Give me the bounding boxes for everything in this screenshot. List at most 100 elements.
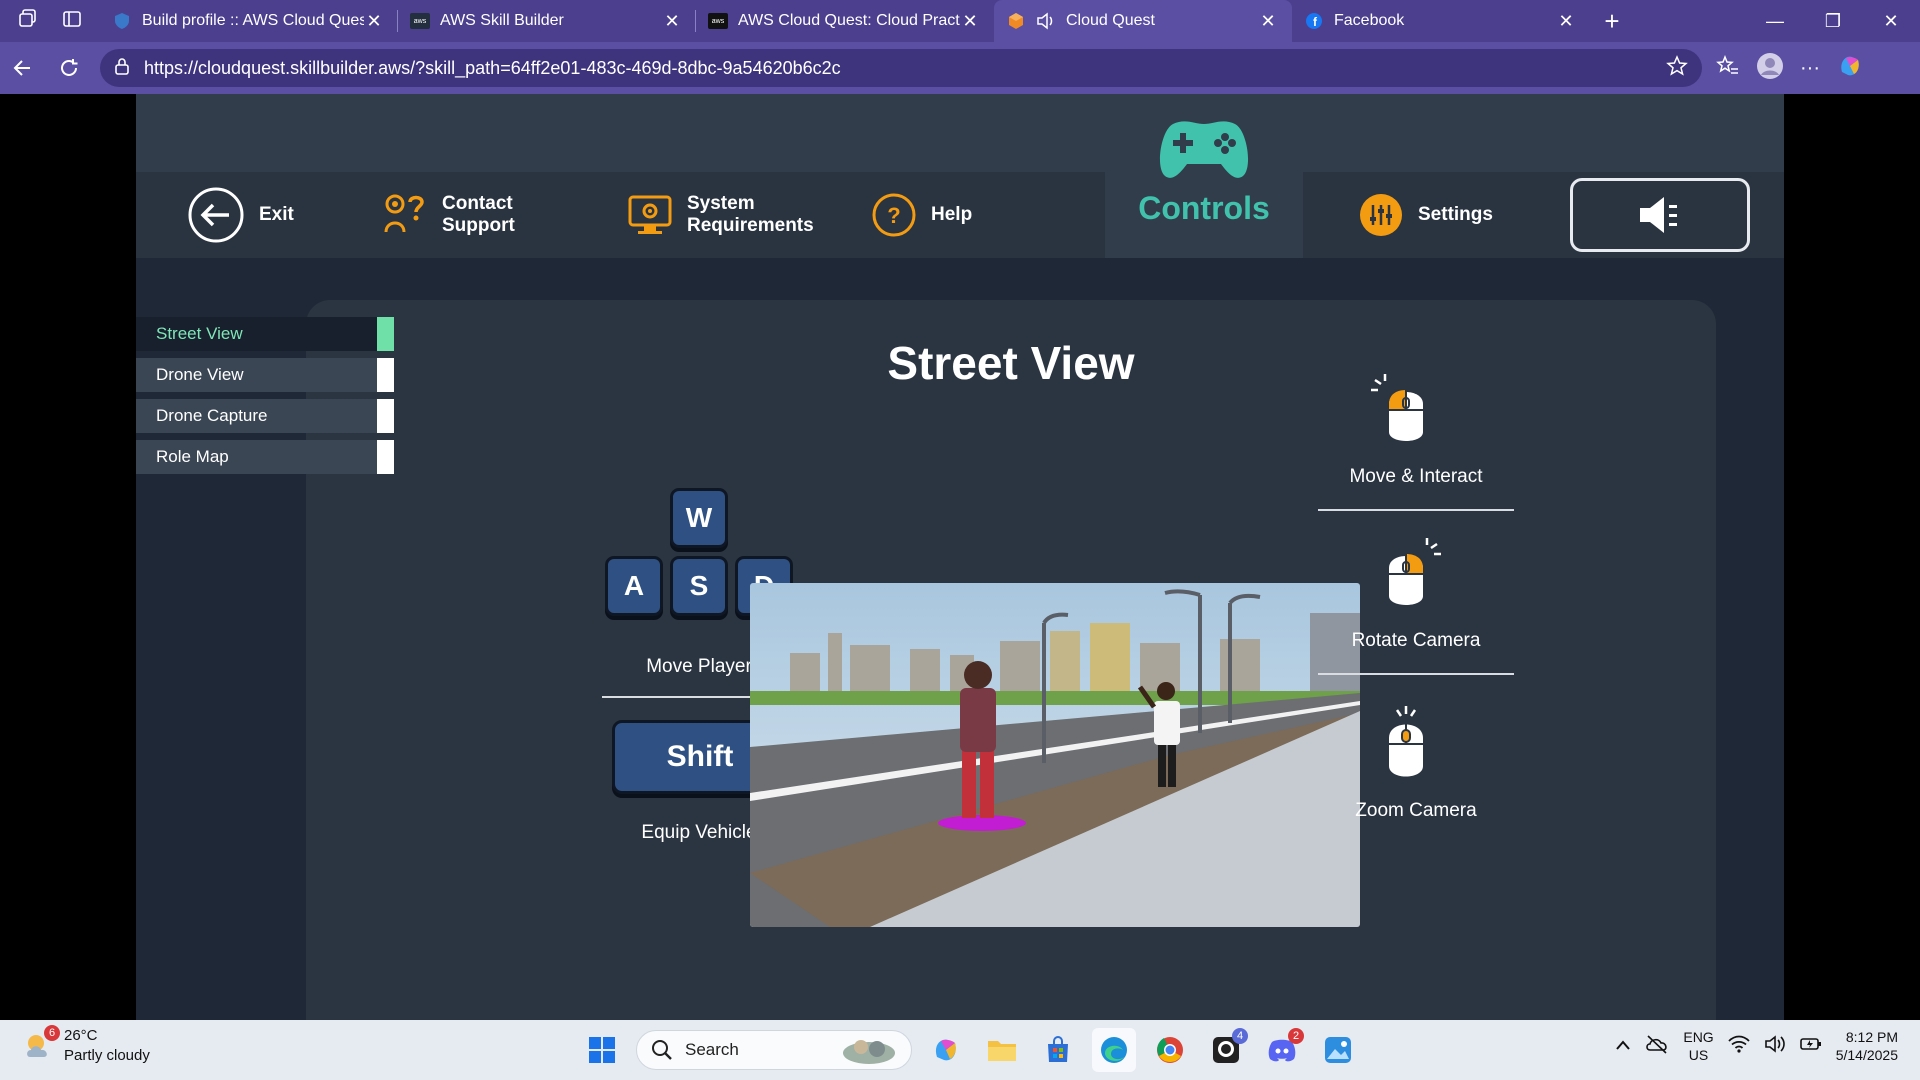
tab-title: Build profile :: AWS Cloud Quest: C [142,12,364,29]
indicator [377,358,394,392]
browser-tab-build-profile[interactable]: Build profile :: AWS Cloud Quest: C ✕ [100,0,398,42]
settings-button[interactable]: Settings [1358,172,1493,258]
refresh-button[interactable] [46,48,92,88]
aws-shield-icon [112,11,132,31]
restore-icon[interactable]: ❐ [1804,0,1862,42]
contact-support-button[interactable]: Contact Support [382,172,522,258]
favorite-star-icon[interactable] [1666,54,1688,82]
key-s: S [670,556,728,616]
onedrive-offline-icon[interactable] [1645,1034,1669,1058]
close-tab-icon[interactable]: ✕ [1258,11,1278,32]
volume-icon[interactable] [1764,1035,1786,1057]
copilot-icon[interactable] [1836,52,1864,85]
back-button[interactable] [0,48,46,88]
browser-tab-skill-builder[interactable]: aws AWS Skill Builder ✕ [398,0,696,42]
minimize-icon[interactable]: — [1746,0,1804,42]
help-question-icon: ? [872,193,916,237]
taskbar-center: Search 4 2 [580,1028,1360,1072]
mouse-right-click-icon [1371,538,1441,618]
browser-tab-cloud-quest[interactable]: Cloud Quest ✕ [994,0,1292,42]
tab-controls[interactable]: Controls [1105,112,1303,258]
close-tab-icon[interactable]: ✕ [364,11,384,32]
rotate-camera-caption: Rotate Camera [1351,630,1481,651]
search-highlight-icon [843,1040,895,1064]
profile-avatar[interactable] [1756,52,1784,85]
active-indicator [377,317,394,351]
facebook-icon: f [1304,11,1324,31]
system-requirements-button[interactable]: System Requirements [627,172,817,258]
favorites-icon[interactable] [1716,54,1740,82]
battery-icon[interactable] [1799,1036,1822,1056]
chevron-up-icon[interactable] [1615,1038,1631,1055]
category-drone-view[interactable]: Drone View [136,358,394,392]
weather-condition: Partly cloudy [64,1047,150,1065]
lock-icon[interactable] [114,57,130,80]
svg-text:aws: aws [414,18,427,25]
key-a: A [605,556,663,616]
category-label: Role Map [156,447,229,466]
browser-toolbar: https://cloudquest.skillbuilder.aws/?ski… [0,42,1920,94]
microsoft-store-icon[interactable] [1036,1028,1080,1072]
indicator [377,399,394,433]
tab-strip-left-tools [0,0,100,42]
file-explorer-icon[interactable] [980,1028,1024,1072]
copilot-app-icon[interactable] [924,1028,968,1072]
close-tab-icon[interactable]: ✕ [960,11,980,32]
more-options-icon[interactable]: ··· [1800,57,1820,80]
tab-title: AWS Skill Builder [440,12,564,29]
speaker-icon[interactable] [1036,11,1056,31]
search-label: Search [685,1040,739,1059]
url-text: https://cloudquest.skillbuilder.aws/?ski… [144,57,841,78]
svg-text:aws: aws [712,18,725,25]
discord-icon[interactable]: 2 [1260,1028,1304,1072]
exit-label: Exit [259,204,294,226]
start-button[interactable] [580,1028,624,1072]
browser-tab-cloud-practitioner[interactable]: aws AWS Cloud Quest: Cloud Practitio ✕ [696,0,994,42]
mouse-divider-2 [1318,673,1514,675]
browser-toolbar-right: ··· [1716,52,1864,85]
github-desktop-icon[interactable]: 4 [1204,1028,1248,1072]
tab-title: Cloud Quest [1066,12,1155,29]
close-tab-icon[interactable]: ✕ [662,11,682,32]
chrome-icon[interactable] [1148,1028,1192,1072]
tab-title: AWS Cloud Quest: Cloud Practitio [738,12,960,29]
clock-time: 8:12 PM [1845,1029,1898,1045]
category-street-view[interactable]: Street View [136,317,394,351]
aws-icon: aws [708,11,728,31]
exit-button[interactable]: Exit [187,172,294,258]
search-icon [652,1040,672,1060]
new-tab-button[interactable]: + [1590,0,1634,42]
clock-date: 5/14/2025 [1835,1047,1898,1064]
photos-app-icon[interactable] [1316,1028,1360,1072]
clock[interactable]: 8:12 PM 5/14/2025 [1836,1028,1898,1064]
language-indicator[interactable]: ENG US [1683,1028,1713,1064]
category-role-map[interactable]: Role Map [136,440,394,474]
partly-cloudy-icon: 6 [22,1025,60,1063]
language-code: ENG [1683,1029,1714,1045]
move-interact-caption: Move & Interact [1349,466,1483,487]
browser-tab-facebook[interactable]: f Facebook ✕ [1292,0,1590,42]
street-view-preview-image [750,583,1360,927]
aws-icon: aws [410,11,430,31]
edge-browser-icon[interactable] [1092,1028,1136,1072]
mouse-scroll-wheel-icon [1371,704,1441,784]
workspaces-icon[interactable] [18,8,38,34]
close-window-icon[interactable]: ✕ [1862,0,1920,42]
taskbar-search-input[interactable]: Search [636,1030,912,1070]
temperature: 26°C [64,1027,98,1044]
controls-panel: Street View W A S D Move Player Shift Eq… [306,300,1716,1020]
exit-arrow-icon [188,187,244,243]
address-bar[interactable]: https://cloudquest.skillbuilder.aws/?ski… [100,49,1702,87]
close-tab-icon[interactable]: ✕ [1556,11,1576,32]
game-menu-bar: Exit Contact Support System Requirements… [136,172,1784,258]
zoom-camera-caption: Zoom Camera [1355,800,1477,821]
mute-button[interactable] [1570,178,1750,252]
wifi-icon[interactable] [1728,1035,1750,1057]
monitor-gear-icon [628,195,672,234]
svg-text:?: ? [887,203,900,228]
vertical-tabs-icon[interactable] [62,9,82,34]
weather-widget[interactable]: 6 26°C Partly cloudy [22,1025,150,1067]
game-viewport: Exit Contact Support System Requirements… [136,94,1784,1020]
category-drone-capture[interactable]: Drone Capture [136,399,394,433]
help-button[interactable]: ? Help [871,172,972,258]
